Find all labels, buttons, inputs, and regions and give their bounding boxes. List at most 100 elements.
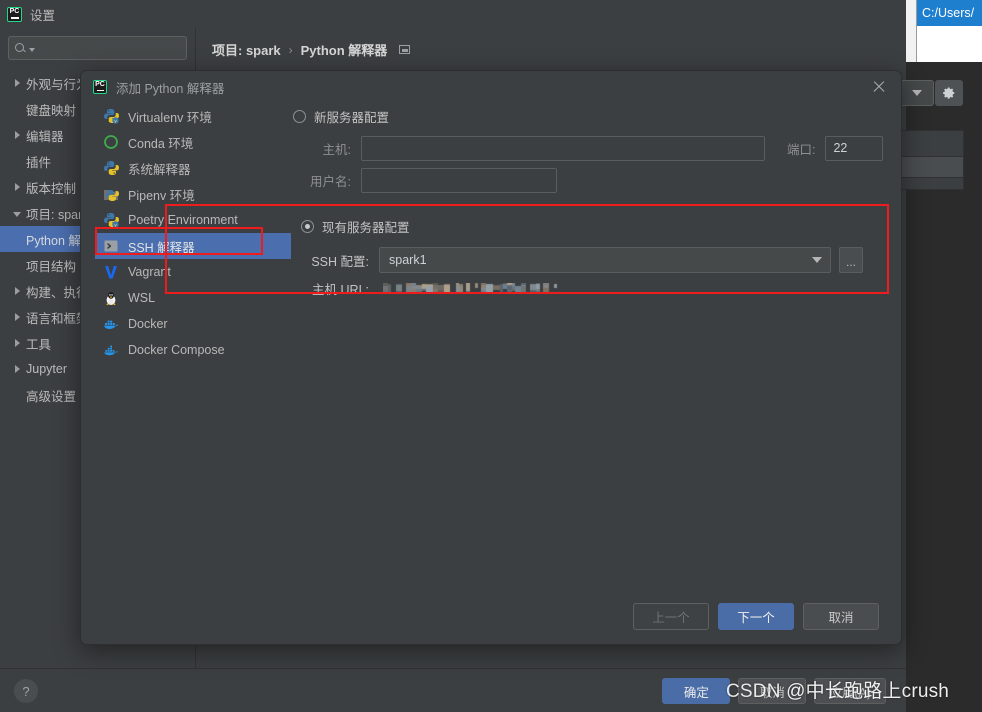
interpreter-combo-dropdown[interactable]	[900, 80, 934, 106]
chevron-right-icon[interactable]	[8, 313, 26, 321]
add-python-interpreter-dialog: 添加 Python 解释器 v Virtualenv 环境 Conda 环境系统解释…	[80, 70, 902, 645]
host-input[interactable]	[361, 135, 765, 161]
chevron-right-icon[interactable]	[8, 365, 26, 373]
interpreter-type-list: v Virtualenv 环境 Conda 环境 系统解释器 Pipenv 环境 v Poe…	[95, 103, 291, 588]
chevron-down-icon	[812, 257, 822, 263]
dialog-right-panel: 新服务器配置 主机: 端口: 用户名: 现有服务器配置	[165, 103, 889, 588]
settings-window-title: 设置	[30, 8, 56, 23]
search-icon	[15, 42, 26, 54]
collapse-panel-icon[interactable]	[399, 45, 411, 54]
linux-penguin-icon	[103, 290, 119, 306]
docker-compose-icon	[103, 342, 119, 358]
host-url-label: 主机 URL:	[312, 282, 369, 297]
interpreter-type-item-4[interactable]: v Poetry Environment	[95, 207, 291, 233]
sidebar-item-label: Jupyter	[26, 362, 67, 376]
username-field-row: 用户名:	[293, 165, 887, 195]
interpreter-type-label: WSL	[128, 291, 156, 305]
breadcrumb-project[interactable]: 项目: spark	[212, 40, 281, 59]
search-wrap	[0, 28, 197, 66]
chevron-right-icon[interactable]	[8, 287, 26, 295]
interpreter-settings-gear-button[interactable]	[935, 80, 963, 106]
chevron-right-icon	[14, 183, 20, 191]
chevron-down-icon	[13, 211, 21, 217]
port-label: 端口:	[787, 142, 816, 157]
breadcrumb-page[interactable]: Python 解释器	[301, 40, 388, 59]
background-explorer-window[interactable]: C:/Users/	[916, 0, 982, 62]
username-input[interactable]	[361, 167, 557, 193]
interpreter-type-label: 系统解释器	[128, 162, 191, 177]
settings-button-1[interactable]: 取消	[738, 678, 807, 704]
existing-server-radio-row[interactable]: 现有服务器配置	[301, 215, 887, 237]
sidebar-item-label: 版本控制	[26, 181, 77, 196]
close-icon[interactable]	[871, 79, 887, 95]
chevron-right-icon	[14, 313, 20, 321]
dialog-titlebar: 添加 Python 解释器	[81, 71, 901, 103]
host-field-row: 主机: 端口:	[293, 133, 887, 163]
username-label: 用户名:	[310, 174, 351, 189]
vagrant-icon	[103, 264, 119, 280]
background-window-gap	[906, 0, 916, 62]
ssh-config-browse-button[interactable]: ...	[839, 247, 863, 273]
chevron-right-icon[interactable]	[8, 79, 26, 87]
dialog-button-0: 上一个	[633, 602, 709, 630]
settings-button-2[interactable]: 应用(A)	[814, 678, 886, 704]
port-input[interactable]	[825, 135, 884, 161]
settings-button-0[interactable]: 确定	[662, 678, 731, 704]
chevron-right-icon	[14, 79, 20, 87]
chevron-right-icon	[14, 365, 20, 373]
table-row[interactable]	[901, 156, 963, 178]
chevron-right-icon	[14, 131, 20, 139]
new-server-radio-row[interactable]: 新服务器配置	[293, 105, 887, 127]
interpreter-type-item-8[interactable]: Docker	[95, 311, 291, 337]
ssh-config-select[interactable]: spark1	[379, 247, 831, 273]
ssh-config-row: SSH 配置: spark1 ...	[301, 245, 887, 275]
chevron-right-icon	[14, 339, 20, 347]
interpreter-type-label: Docker	[128, 317, 168, 331]
ssh-config-label: SSH 配置:	[311, 254, 369, 269]
interpreter-type-item-9[interactable]: Docker Compose	[95, 337, 291, 363]
host-label: 主机:	[322, 142, 351, 157]
chevron-right-icon[interactable]	[8, 339, 26, 347]
chevron-right-icon	[14, 287, 20, 295]
interpreter-type-label: SSH 解释器	[128, 240, 195, 255]
ssh-config-value: spark1	[389, 253, 427, 267]
interpreter-type-item-7[interactable]: WSL	[95, 285, 291, 311]
search-input[interactable]	[38, 40, 197, 56]
pycharm-logo-icon	[7, 6, 22, 22]
settings-footer-buttons: 确定 取消 应用(A)	[662, 678, 886, 704]
sidebar-item-label: 键盘映射	[26, 103, 77, 118]
settings-footer: ? 确定 取消 应用(A)	[0, 668, 906, 712]
interpreter-type-label: Poetry Environment	[128, 213, 238, 227]
dialog-button-1[interactable]: 下一个	[718, 602, 794, 630]
pipenv-icon	[103, 186, 119, 202]
dialog-footer-buttons: 上一个 下一个 取消	[81, 588, 901, 644]
interpreter-type-item-3[interactable]: Pipenv 环境	[95, 181, 291, 207]
interpreter-type-item-5[interactable]: SSH 解释器	[95, 233, 291, 259]
existing-server-radio[interactable]	[301, 219, 314, 233]
docker-icon	[103, 316, 119, 332]
interpreter-type-label: Virtualenv 环境	[128, 110, 212, 125]
interpreter-type-label: Conda 环境	[128, 136, 194, 151]
host-url-value-redacted	[383, 282, 563, 294]
settings-search-box[interactable]	[8, 36, 197, 60]
dialog-title: 添加 Python 解释器	[116, 81, 225, 96]
chevron-right-icon[interactable]	[8, 131, 26, 139]
help-button[interactable]: ?	[14, 679, 38, 703]
python-venv-icon: v	[103, 108, 119, 124]
sidebar-item-label: 插件	[26, 155, 52, 170]
chevron-down-icon	[912, 90, 922, 96]
breadcrumb: 项目: spark › Python 解释器	[196, 28, 906, 59]
new-server-radio[interactable]	[293, 109, 306, 123]
screen: C:/Users/ 设置 外观与行为键盘映射编辑器插件版本控制项目: spark…	[0, 0, 982, 712]
chevron-down-icon[interactable]	[8, 210, 26, 217]
gear-icon	[942, 86, 956, 100]
chevron-right-icon[interactable]	[8, 183, 26, 191]
interpreter-type-label: Pipenv 环境	[128, 188, 195, 203]
host-url-row: 主机 URL:	[301, 275, 887, 301]
interpreter-type-item-0[interactable]: v Virtualenv 环境	[95, 103, 291, 129]
interpreter-type-item-1[interactable]: Conda 环境	[95, 129, 291, 155]
dialog-button-2[interactable]: 取消	[803, 602, 879, 630]
chevron-down-icon[interactable]	[29, 47, 35, 52]
interpreter-type-item-6[interactable]: Vagrant	[95, 259, 291, 285]
interpreter-type-item-2[interactable]: 系统解释器	[95, 155, 291, 181]
